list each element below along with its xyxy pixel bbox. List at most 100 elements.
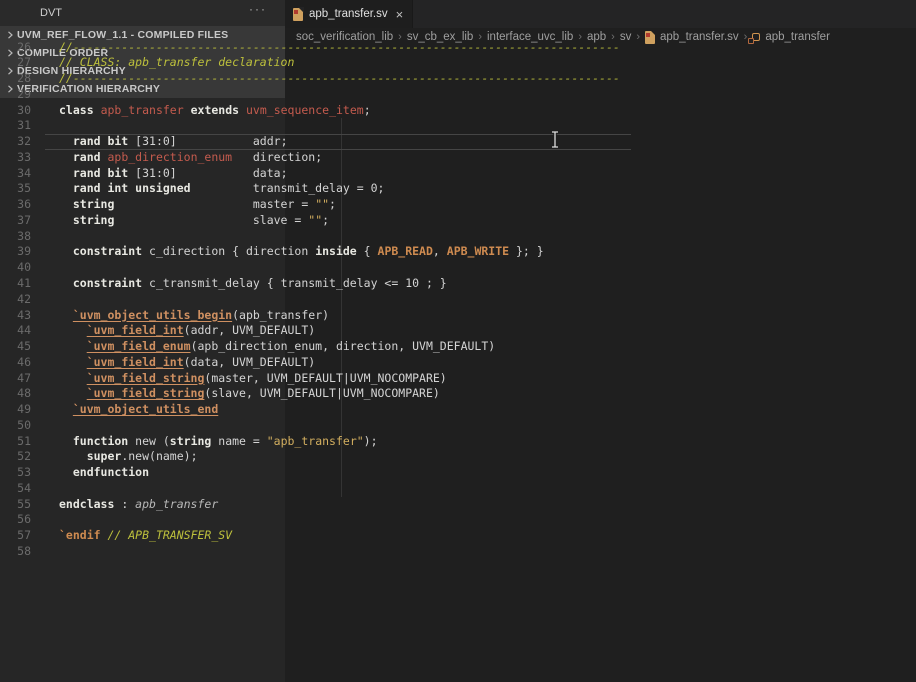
breadcrumb-item-apb-transfer-sv[interactable]: apb_transfer.sv: [645, 31, 739, 44]
code-line-36[interactable]: 36 string master = "";: [0, 197, 631, 213]
tab-bar: apb_transfer.sv ×: [285, 0, 916, 28]
code-line-39[interactable]: 39 constraint c_direction { direction in…: [0, 244, 631, 260]
breadcrumb-separator: ›: [478, 31, 482, 43]
breadcrumb-item-apb-transfer[interactable]: apb_transfer: [752, 31, 830, 43]
code-line-54[interactable]: 54: [0, 481, 631, 497]
breadcrumb-separator: ›: [611, 31, 615, 43]
line-number: 43: [0, 308, 45, 324]
code-line-text: [45, 418, 631, 434]
code-line-56[interactable]: 56: [0, 512, 631, 528]
code-line-28[interactable]: 28//------------------------------------…: [0, 71, 631, 87]
code-line-30[interactable]: 30class apb_transfer extends uvm_sequenc…: [0, 103, 631, 119]
sidebar-title: DVT: [0, 7, 62, 19]
code-line-52[interactable]: 52 super.new(name);: [0, 449, 631, 465]
code-line-29[interactable]: 29: [0, 87, 631, 103]
close-icon[interactable]: ×: [396, 8, 404, 21]
code-line-35[interactable]: 35 rand int unsigned transmit_delay = 0;: [0, 181, 631, 197]
code-line-text: `uvm_field_int(data, UVM_DEFAULT): [45, 355, 631, 371]
line-number: 36: [0, 197, 45, 213]
code-line-34[interactable]: 34 rand bit [31:0] data;: [0, 166, 631, 182]
code-line-text: [45, 260, 631, 276]
breadcrumb-item-sv-cb-ex-lib[interactable]: sv_cb_ex_lib: [407, 31, 473, 43]
line-number: 47: [0, 371, 45, 387]
code-line-31[interactable]: 31: [0, 118, 631, 134]
breadcrumb-item-interface-uvc-lib[interactable]: interface_uvc_lib: [487, 31, 573, 43]
code-line-text: [45, 87, 631, 103]
code-line-text: `uvm_field_string(slave, UVM_DEFAULT|UVM…: [45, 386, 631, 402]
code-line-37[interactable]: 37 string slave = "";: [0, 213, 631, 229]
code-line-text: `uvm_field_int(addr, UVM_DEFAULT): [45, 323, 631, 339]
code-line-42[interactable]: 42: [0, 292, 631, 308]
code-line-text: `uvm_object_utils_begin(apb_transfer): [45, 308, 631, 324]
code-line-text: // CLASS: apb_transfer declaration: [45, 55, 631, 71]
code-line-57[interactable]: 57`endif // APB_TRANSFER_SV: [0, 528, 631, 544]
code-line-text: rand apb_direction_enum direction;: [45, 150, 631, 166]
breadcrumb-item-apb[interactable]: apb: [587, 31, 606, 43]
code-line-43[interactable]: 43 `uvm_object_utils_begin(apb_transfer): [0, 308, 631, 324]
code-line-text: rand bit [31:0] addr;: [45, 134, 631, 150]
code-line-text: class apb_transfer extends uvm_sequence_…: [45, 103, 631, 119]
code-line-40[interactable]: 40: [0, 260, 631, 276]
code-line-text: `endif // APB_TRANSFER_SV: [45, 528, 631, 544]
code-line-27[interactable]: 27// CLASS: apb_transfer declaration: [0, 55, 631, 71]
line-number: 39: [0, 244, 45, 260]
code-line-51[interactable]: 51 function new (string name = "apb_tran…: [0, 434, 631, 450]
code-line-32[interactable]: 32 rand bit [31:0] addr;: [0, 134, 631, 150]
breadcrumb-label: sv_cb_ex_lib: [407, 31, 473, 43]
line-number: 45: [0, 339, 45, 355]
sidebar-header: DVT ···: [0, 0, 285, 26]
breadcrumb-separator: ›: [744, 31, 748, 43]
code-line-45[interactable]: 45 `uvm_field_enum(apb_direction_enum, d…: [0, 339, 631, 355]
code-line-48[interactable]: 48 `uvm_field_string(slave, UVM_DEFAULT|…: [0, 386, 631, 402]
code-line-text: string slave = "";: [45, 213, 631, 229]
code-line-58[interactable]: 58: [0, 544, 631, 560]
breadcrumb-label: apb: [587, 31, 606, 43]
code-line-47[interactable]: 47 `uvm_field_string(master, UVM_DEFAULT…: [0, 371, 631, 387]
code-line-33[interactable]: 33 rand apb_direction_enum direction;: [0, 150, 631, 166]
code-line-text: endclass : apb_transfer: [45, 497, 631, 513]
tab-apb-transfer-sv[interactable]: apb_transfer.sv ×: [285, 0, 413, 28]
code-line-38[interactable]: 38: [0, 229, 631, 245]
code-line-text: [45, 512, 631, 528]
code-line-50[interactable]: 50: [0, 418, 631, 434]
code-line-55[interactable]: 55endclass : apb_transfer: [0, 497, 631, 513]
tab-label: apb_transfer.sv: [309, 8, 388, 20]
code-line-text: constraint c_direction { direction insid…: [45, 244, 631, 260]
code-line-text: `uvm_field_enum(apb_direction_enum, dire…: [45, 339, 631, 355]
breadcrumb-separator: ›: [636, 31, 640, 43]
line-number: 56: [0, 512, 45, 528]
breadcrumb-item-soc-verification-lib[interactable]: soc_verification_lib: [296, 31, 393, 43]
line-number: 53: [0, 465, 45, 481]
code-line-text: rand int unsigned transmit_delay = 0;: [45, 181, 631, 197]
code-editor[interactable]: 26//------------------------------------…: [0, 40, 631, 560]
code-line-44[interactable]: 44 `uvm_field_int(addr, UVM_DEFAULT): [0, 323, 631, 339]
line-number: 48: [0, 386, 45, 402]
code-line-text: [45, 292, 631, 308]
code-line-46[interactable]: 46 `uvm_field_int(data, UVM_DEFAULT): [0, 355, 631, 371]
more-actions-icon[interactable]: ···: [249, 2, 267, 16]
line-number: 28: [0, 71, 45, 87]
code-line-49[interactable]: 49 `uvm_object_utils_end: [0, 402, 631, 418]
line-number: 52: [0, 449, 45, 465]
line-number: 55: [0, 497, 45, 513]
code-line-text: function new (string name = "apb_transfe…: [45, 434, 631, 450]
line-number: 35: [0, 181, 45, 197]
breadcrumb: soc_verification_lib › sv_cb_ex_lib › interf…: [285, 28, 916, 46]
breadcrumb-item-sv[interactable]: sv: [620, 31, 632, 43]
code-line-41[interactable]: 41 constraint c_transmit_delay { transmi…: [0, 276, 631, 292]
line-number: 46: [0, 355, 45, 371]
line-number: 32: [0, 134, 45, 150]
breadcrumb-separator: ›: [578, 31, 582, 43]
code-line-text: [45, 481, 631, 497]
line-number: 40: [0, 260, 45, 276]
breadcrumb-label: sv: [620, 31, 632, 43]
breadcrumb-label: interface_uvc_lib: [487, 31, 573, 43]
line-number: 34: [0, 166, 45, 182]
code-line-text: endfunction: [45, 465, 631, 481]
code-line-53[interactable]: 53 endfunction: [0, 465, 631, 481]
code-line-text: `uvm_object_utils_end: [45, 402, 631, 418]
line-number: 42: [0, 292, 45, 308]
code-line-text: `uvm_field_string(master, UVM_DEFAULT|UV…: [45, 371, 631, 387]
line-number: 50: [0, 418, 45, 434]
code-line-text: [45, 118, 631, 134]
